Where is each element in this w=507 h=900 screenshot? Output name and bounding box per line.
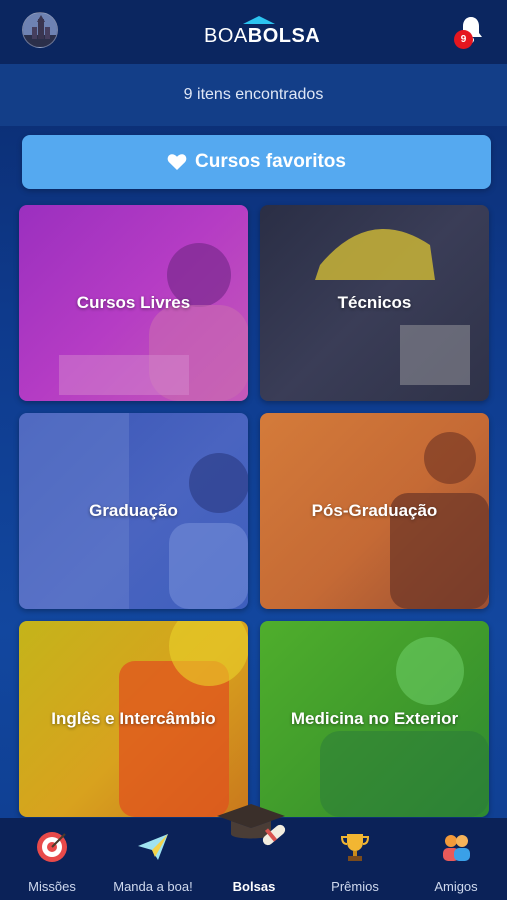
nav-item-amigos[interactable]: Amigos — [406, 818, 506, 900]
trophy-icon — [340, 834, 370, 861]
category-label: Inglês e Intercâmbio — [51, 709, 216, 728]
nav-item-manda-a-boa[interactable]: Manda a boa! — [103, 818, 203, 900]
boa-bolsa-logo: BOA BOLSA — [204, 16, 321, 48]
friends-icon — [443, 835, 470, 861]
logo-roof-mark — [243, 16, 275, 24]
category-graduacao[interactable]: Graduação — [19, 413, 248, 609]
nav-label: Missões — [28, 879, 76, 894]
category-label: Técnicos — [337, 293, 412, 312]
user-avatar[interactable] — [22, 12, 58, 48]
category-medicina-exterior[interactable]: Medicina no Exterior — [260, 621, 489, 817]
paper-plane-icon — [138, 834, 168, 860]
category-label: Medicina no Exterior — [290, 709, 459, 728]
logo-text-boa: BOA — [204, 25, 248, 47]
heart-icon — [167, 154, 187, 170]
favorite-courses-button[interactable]: Cursos favoritos — [22, 135, 491, 189]
category-label: Graduação — [89, 501, 178, 520]
graduation-cap-icon[interactable] — [213, 800, 295, 866]
app-header: BOA BOLSA 9 — [0, 0, 507, 64]
nav-item-premios[interactable]: Prêmios — [305, 818, 405, 900]
avatar-image — [23, 13, 57, 47]
nav-item-missoes[interactable]: Missões — [2, 818, 102, 900]
logo-text-bolsa: BOLSA — [247, 25, 321, 47]
target-icon — [37, 832, 67, 862]
category-pos-graduacao[interactable]: Pós-Graduação — [260, 413, 489, 609]
category-label: Pós-Graduação — [311, 501, 438, 520]
nav-label: Bolsas — [232, 879, 276, 894]
results-count: 9 itens encontrados — [0, 64, 507, 126]
category-cursos-livres[interactable]: Cursos Livres — [19, 205, 248, 401]
category-label: Cursos Livres — [76, 293, 191, 312]
notification-count-badge: 9 — [454, 30, 473, 49]
nav-label: Manda a boa! — [113, 879, 193, 894]
nav-label: Prêmios — [331, 879, 379, 894]
favorite-courses-label: Cursos favoritos — [195, 151, 346, 172]
category-ingles-intercambio[interactable]: Inglês e Intercâmbio — [19, 621, 248, 817]
nav-label: Amigos — [434, 879, 478, 894]
category-tecnicos[interactable]: Técnicos — [260, 205, 489, 401]
